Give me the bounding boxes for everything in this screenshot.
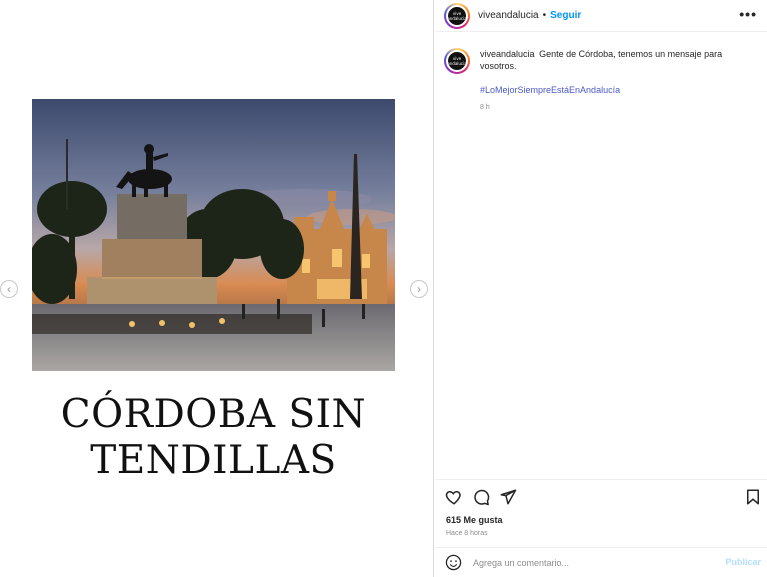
post-side-panel: vive andalucia viveandalucia • Seguir ••… <box>435 0 767 577</box>
caption-comment: vive andalucia viveandalucia Gente de Có… <box>444 48 754 114</box>
comment-icon[interactable] <box>472 488 490 506</box>
post-media-pane: CÓRDOBA SIN TENDILLAS ‹ › <box>0 0 434 577</box>
post-photo[interactable] <box>32 99 395 371</box>
comment-input[interactable] <box>473 554 713 571</box>
post-header: vive andalucia viveandalucia • Seguir ••… <box>435 0 767 32</box>
comment-body: viveandalucia Gente de Córdoba, tenemos … <box>480 48 754 114</box>
photo-illustration <box>32 99 395 371</box>
caption-title-line2: TENDILLAS <box>90 438 337 483</box>
comment-username[interactable]: viveandalucia <box>480 49 535 59</box>
post-actions-section: 615 Me gusta Hace 8 horas Publicar <box>435 479 767 575</box>
follow-button[interactable]: Seguir <box>550 10 581 21</box>
comment-avatar[interactable]: vive andalucia <box>444 48 470 74</box>
chevron-left-icon: ‹ <box>7 282 11 296</box>
action-icons-row <box>445 488 759 506</box>
comment-avatar-logo: vive andalucia <box>446 50 468 72</box>
post-caption-title: CÓRDOBA SIN TENDILLAS <box>32 392 395 484</box>
likes-count[interactable]: 615 Me gusta <box>446 515 503 525</box>
caption-title-line1: CÓRDOBA SIN <box>60 392 367 437</box>
publish-button[interactable]: Publicar <box>725 557 761 567</box>
carousel-next-button[interactable]: › <box>410 280 428 298</box>
bookmark-icon[interactable] <box>744 488 762 506</box>
heart-icon[interactable] <box>445 488 463 506</box>
hashtag-link[interactable]: #LoMejorSiempreEstáEnAndalucía <box>480 84 754 96</box>
share-icon[interactable] <box>499 488 517 506</box>
avatar-logo: vive andalucia <box>446 4 468 27</box>
emoji-icon[interactable] <box>445 554 462 571</box>
profile-avatar[interactable]: vive andalucia <box>444 2 470 29</box>
add-comment-bar: Publicar <box>435 547 767 576</box>
header-separator: • <box>542 10 547 21</box>
chevron-right-icon: › <box>417 282 421 296</box>
post-time-ago: Hace 8 horas <box>446 530 488 537</box>
comment-time: 8 h <box>480 104 490 111</box>
more-options-icon[interactable]: ••• <box>739 6 757 22</box>
header-username[interactable]: viveandalucia <box>478 10 539 21</box>
carousel-prev-button[interactable]: ‹ <box>0 280 18 298</box>
